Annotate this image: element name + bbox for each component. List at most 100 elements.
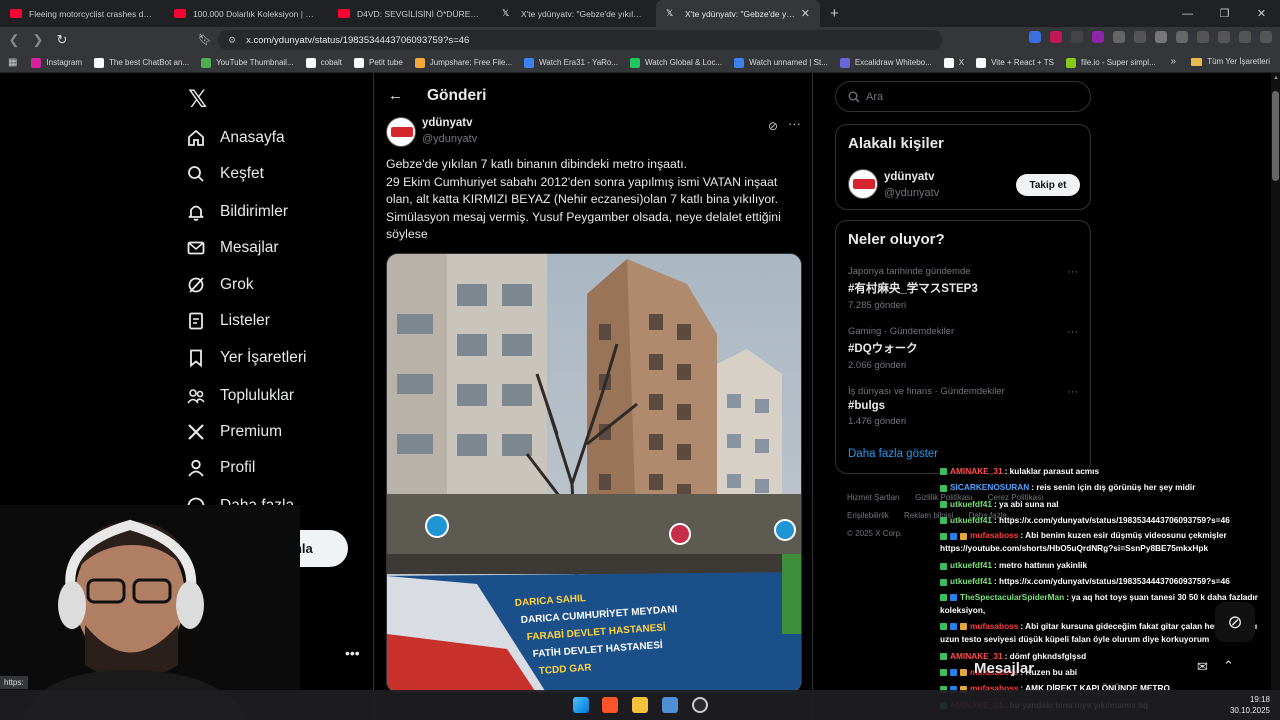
new-tab-button[interactable]: +: [830, 5, 839, 22]
extension-icon[interactable]: [1092, 31, 1104, 43]
chat-message: utkuefdf41: https://x.com/ydunyatv/statu…: [940, 512, 1276, 528]
show-more-link[interactable]: Daha fazla göster: [848, 448, 938, 460]
person-icon: [186, 458, 206, 478]
close-window-icon[interactable]: ✕: [1243, 7, 1280, 20]
reload-icon[interactable]: ↻: [52, 32, 72, 48]
sidebar-icon[interactable]: [1197, 31, 1209, 43]
extension-icon[interactable]: [1113, 31, 1125, 43]
chat-badge-icon: [940, 562, 947, 570]
post-image[interactable]: DARICA SAHIL DARICA CUMHURİYET MEYDANI FAR…: [386, 253, 802, 693]
browser-tab[interactable]: 𝕏X'te ydünyatv: "Gebze'de yıkılan 7 kat: [492, 0, 656, 27]
brave-icon[interactable]: [602, 697, 618, 713]
nav-item-bildirimler[interactable]: Bildirimler: [186, 197, 288, 227]
extension-toolbar: [1029, 31, 1272, 43]
nav-item-anasayfa[interactable]: Anasayfa: [186, 123, 285, 153]
bookmark-item[interactable]: Petit tube: [353, 57, 403, 68]
footer-link[interactable]: Erişilebilirlik: [847, 511, 889, 520]
system-clock[interactable]: 19:18 30.10.2025: [1230, 694, 1270, 716]
app-icon[interactable]: [662, 697, 678, 713]
minimize-icon[interactable]: —: [1169, 8, 1206, 20]
bookmark-item[interactable]: Jumpshare: Free File...: [414, 57, 512, 68]
avatar[interactable]: [848, 169, 878, 199]
site-info-icon[interactable]: ⚙︎: [228, 35, 236, 46]
bookmark-item[interactable]: The best ChatBot an...: [94, 57, 189, 68]
author-name[interactable]: ydünyatv: [422, 117, 473, 129]
bookmark-favicon-icon: [839, 57, 850, 68]
chat-text: : metro hattının yakinlik: [993, 560, 1088, 571]
compose-message-icon[interactable]: ✉︎: [1197, 659, 1208, 675]
url-field[interactable]: ⚙︎ x.com/ydunyatv/status/198353444370609…: [218, 30, 942, 50]
shield-icon[interactable]: [1239, 31, 1251, 43]
nav-item-yer-i-şaretleri[interactable]: Yer İşaretleri: [186, 343, 306, 373]
nav-item-listeler[interactable]: Listeler: [186, 306, 270, 336]
bookmark-item[interactable]: X: [943, 57, 964, 68]
trend-item[interactable]: Gaming · Gündemdekiler #DQウォーク 2.066 gön…: [848, 326, 1084, 371]
back-arrow-icon[interactable]: ←: [388, 87, 403, 104]
nav-item-keşfet[interactable]: Keşfet: [186, 159, 264, 189]
messages-drawer[interactable]: Mesajlar ✉︎ ⌃: [960, 650, 1260, 690]
extension-icon[interactable]: [1071, 31, 1083, 43]
browser-tab[interactable]: D4VD: SEVGİLİSİNİ Ö*DÜREN ŞARKI: [328, 0, 492, 27]
bookmark-item[interactable]: Instagram: [31, 57, 82, 68]
restore-icon[interactable]: ❐: [1206, 7, 1243, 20]
bookmark-item[interactable]: Vite + React + TS: [976, 57, 1054, 68]
search-input[interactable]: [866, 90, 1066, 103]
nav-item-topluluklar[interactable]: Topluluklar: [186, 381, 294, 411]
browser-tab[interactable]: Fleeing motorcyclist crashes during h: [0, 0, 164, 27]
extension-icon[interactable]: [1050, 31, 1062, 43]
puzzle-icon[interactable]: [1176, 31, 1188, 43]
x-icon: 𝕏: [502, 8, 510, 18]
mail-icon: [186, 238, 206, 258]
more-icon[interactable]: ···: [1067, 266, 1078, 278]
file-explorer-icon[interactable]: [632, 697, 648, 713]
chat-text: : reis senin için dış görünüş her şey mi…: [1031, 482, 1196, 493]
trend-item[interactable]: İş dünyası ve finans · Gündemdekiler #bu…: [848, 386, 1084, 427]
nav-item-grok[interactable]: Grok: [186, 270, 254, 300]
obs-icon[interactable]: [692, 697, 708, 713]
apps-grid-icon[interactable]: ▦: [8, 57, 17, 68]
author-handle[interactable]: @ydunyatv: [422, 133, 477, 145]
menu-icon[interactable]: [1260, 31, 1272, 43]
back-icon[interactable]: ❮: [4, 32, 24, 48]
bookmark-star-icon[interactable]: 🔖︎: [198, 33, 212, 46]
bookmark-item[interactable]: YouTube Thumbnail...: [201, 57, 294, 68]
extension-icon[interactable]: [1155, 31, 1167, 43]
more-icon[interactable]: ···: [1067, 326, 1078, 338]
nav-item-profil[interactable]: Profil: [186, 453, 255, 483]
scroll-up-icon[interactable]: ▲: [1273, 75, 1279, 81]
nav-item-premium[interactable]: Premium: [186, 417, 282, 447]
author-avatar[interactable]: [386, 117, 416, 147]
windows-start-icon[interactable]: [573, 697, 589, 713]
chevron-up-icon[interactable]: ⌃: [1223, 658, 1234, 674]
related-name[interactable]: ydünyatv: [884, 171, 935, 183]
chat-message: mufasaboss: Abi benim kuzen esir düşmüş …: [940, 528, 1276, 557]
bookmark-item[interactable]: cobalt: [305, 57, 342, 68]
footer-link[interactable]: Hizmet Şartları: [847, 493, 900, 502]
grok-icon[interactable]: ⊘: [768, 119, 778, 133]
extension-icon[interactable]: [1134, 31, 1146, 43]
trend-item[interactable]: Japonya tarihinde gündemde #有村麻央_学マスSTEP…: [848, 266, 1084, 311]
music-icon[interactable]: [1218, 31, 1230, 43]
all-bookmarks-folder[interactable]: Tüm Yer İşaretleri: [1191, 57, 1270, 66]
x-logo-icon[interactable]: 𝕏: [188, 85, 207, 113]
account-more-icon[interactable]: •••: [345, 645, 360, 661]
search-box[interactable]: [835, 81, 1091, 112]
follow-button[interactable]: Takip et: [1016, 174, 1080, 196]
grok-float-button[interactable]: ⊘: [1215, 602, 1255, 642]
bookmark-item[interactable]: Watch Era31 - YaRo...: [524, 57, 618, 68]
bookmark-item[interactable]: Excalidraw Whitebo...: [839, 57, 932, 68]
extension-icon[interactable]: [1029, 31, 1041, 43]
related-handle[interactable]: @ydunyatv: [884, 187, 939, 199]
chevron-right-icon[interactable]: »: [1170, 56, 1176, 67]
nav-item-mesajlar[interactable]: Mesajlar: [186, 233, 279, 263]
close-tab-icon[interactable]: ✕: [801, 7, 810, 20]
more-icon[interactable]: ···: [1067, 386, 1078, 398]
bookmark-item[interactable]: Watch Global & Loc...: [630, 57, 722, 68]
browser-tab-active[interactable]: 𝕏 X'te ydünyatv: "Gebze'de yıkılan ✕: [656, 0, 820, 27]
bookmark-item[interactable]: file.io - Super simpl...: [1065, 57, 1156, 68]
more-icon[interactable]: ···: [788, 116, 801, 131]
scrollbar-thumb[interactable]: [1272, 91, 1279, 181]
bookmark-item[interactable]: Watch unnamed | St...: [734, 57, 828, 68]
forward-icon[interactable]: ❯: [28, 32, 48, 48]
browser-tab[interactable]: 100.000 Dolarlık Koleksiyon | Oyunc: [164, 0, 328, 27]
